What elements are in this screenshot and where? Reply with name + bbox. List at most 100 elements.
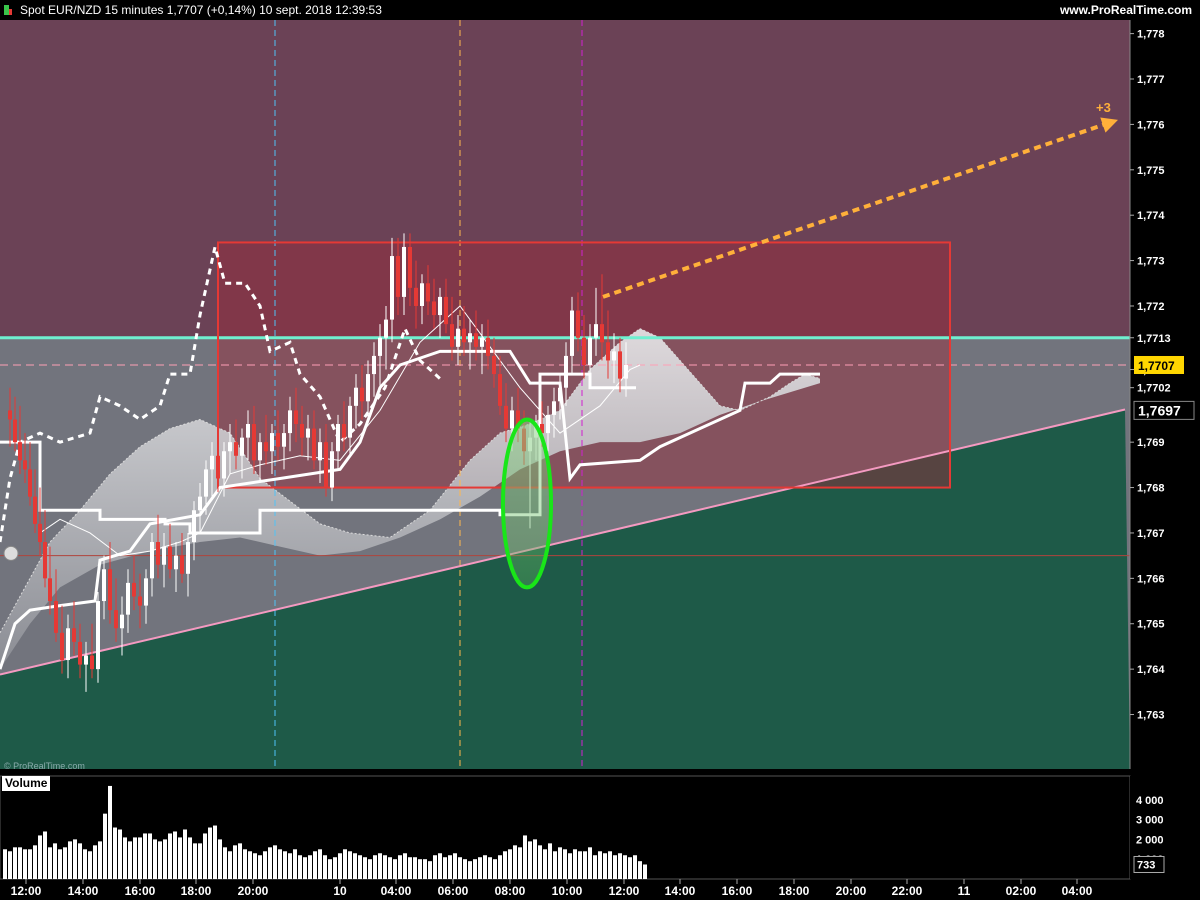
candle[interactable] <box>228 442 232 452</box>
candle[interactable] <box>288 410 292 434</box>
candle[interactable] <box>282 433 286 447</box>
candle[interactable] <box>480 337 484 347</box>
candle[interactable] <box>210 455 214 470</box>
highlight-ellipse[interactable] <box>501 417 553 590</box>
candle[interactable] <box>246 424 250 438</box>
candle[interactable] <box>318 442 322 461</box>
candle[interactable] <box>588 337 592 365</box>
candle[interactable] <box>306 428 310 438</box>
candle[interactable] <box>432 301 436 316</box>
candle[interactable] <box>570 310 574 356</box>
candle[interactable] <box>300 424 304 438</box>
candle[interactable] <box>612 351 616 361</box>
candle[interactable] <box>60 632 64 661</box>
candle[interactable] <box>342 424 346 438</box>
candle[interactable] <box>96 601 100 670</box>
candle[interactable] <box>402 246 406 297</box>
price-chart[interactable]: +3 1,778 1,777 1,776 1,775 1,774 1,773 1,772 1,… <box>0 0 1200 900</box>
candle[interactable] <box>426 283 430 302</box>
candle[interactable] <box>126 582 130 615</box>
candle[interactable] <box>276 433 280 447</box>
candle[interactable] <box>330 451 334 488</box>
candle[interactable] <box>594 324 598 338</box>
candle[interactable] <box>450 324 454 347</box>
candle[interactable] <box>354 387 358 406</box>
candle[interactable] <box>378 337 382 356</box>
candle[interactable] <box>72 628 76 642</box>
candle[interactable] <box>462 328 466 343</box>
candle[interactable] <box>28 469 32 497</box>
candle[interactable] <box>444 296 448 325</box>
candle[interactable] <box>372 355 376 375</box>
candle[interactable] <box>162 546 166 565</box>
candle[interactable] <box>108 569 112 611</box>
candle[interactable] <box>420 283 424 306</box>
candle[interactable] <box>132 582 136 597</box>
candle[interactable] <box>468 333 472 343</box>
candle[interactable] <box>498 374 502 406</box>
candle[interactable] <box>150 542 154 579</box>
candle[interactable] <box>618 351 622 379</box>
candle[interactable] <box>546 414 550 434</box>
candle[interactable] <box>38 523 42 543</box>
candle[interactable] <box>336 424 340 452</box>
candle[interactable] <box>366 374 370 402</box>
candle[interactable] <box>324 442 328 488</box>
candle[interactable] <box>552 401 556 415</box>
candle[interactable] <box>144 578 148 606</box>
candle[interactable] <box>390 256 394 320</box>
candle[interactable] <box>252 424 256 461</box>
candle[interactable] <box>348 405 352 438</box>
candle[interactable] <box>13 419 17 443</box>
candle[interactable] <box>582 337 586 365</box>
candle[interactable] <box>456 328 460 347</box>
candle[interactable] <box>84 655 88 665</box>
candle[interactable] <box>120 614 124 629</box>
candle[interactable] <box>156 542 160 565</box>
candle[interactable] <box>576 310 580 338</box>
candle[interactable] <box>360 387 364 402</box>
candle[interactable] <box>492 355 496 375</box>
candle[interactable] <box>474 333 478 347</box>
candle[interactable] <box>23 460 27 470</box>
candle[interactable] <box>396 256 400 297</box>
candle[interactable] <box>48 578 52 602</box>
candle[interactable] <box>204 469 208 497</box>
candle[interactable] <box>624 364 628 379</box>
candle[interactable] <box>486 337 490 356</box>
candle[interactable] <box>258 442 262 461</box>
candle[interactable] <box>294 410 298 425</box>
candle[interactable] <box>90 655 94 670</box>
candle[interactable] <box>66 628 70 661</box>
candle[interactable] <box>168 546 172 570</box>
candle[interactable] <box>54 601 58 633</box>
candle[interactable] <box>198 496 202 511</box>
candle[interactable] <box>114 610 118 629</box>
candle[interactable] <box>43 542 47 579</box>
candle[interactable] <box>414 287 418 306</box>
candle[interactable] <box>33 496 37 524</box>
candle[interactable] <box>384 319 388 338</box>
candle[interactable] <box>222 451 226 479</box>
candle[interactable] <box>312 428 316 461</box>
candle[interactable] <box>264 442 268 452</box>
candle[interactable] <box>510 410 514 429</box>
candle[interactable] <box>234 442 238 456</box>
candle[interactable] <box>564 355 568 388</box>
candle[interactable] <box>216 455 220 479</box>
candle[interactable] <box>408 246 412 288</box>
candle[interactable] <box>558 387 562 402</box>
candle[interactable] <box>18 442 22 461</box>
candle[interactable] <box>606 342 610 361</box>
candle[interactable] <box>186 542 190 574</box>
zoom-icon[interactable] <box>3 545 19 561</box>
candle[interactable] <box>270 433 274 452</box>
candle[interactable] <box>504 405 508 429</box>
candle[interactable] <box>192 510 196 543</box>
candle[interactable] <box>600 324 604 343</box>
candle[interactable] <box>174 555 178 570</box>
candle[interactable] <box>78 641 82 665</box>
candle[interactable] <box>138 596 142 606</box>
candle[interactable] <box>102 569 106 602</box>
candle[interactable] <box>180 555 184 574</box>
